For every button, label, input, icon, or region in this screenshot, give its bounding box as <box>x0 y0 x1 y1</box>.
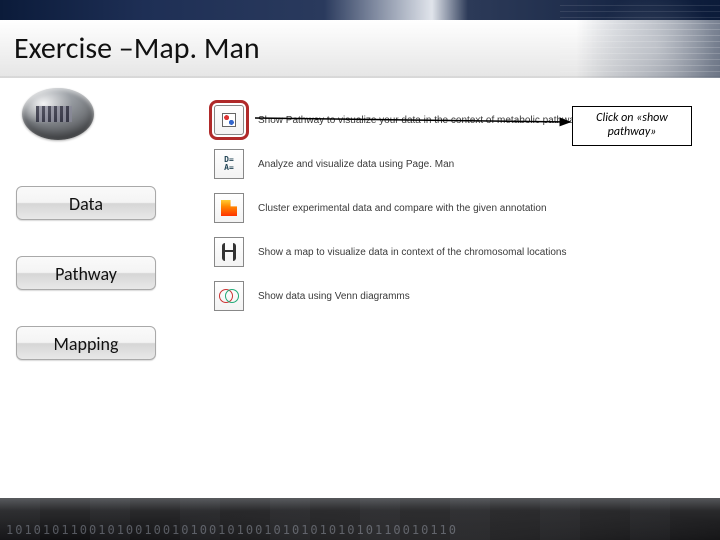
sidebar-pill-label: Mapping <box>54 333 119 355</box>
option-label: Show a map to visualize data in context … <box>258 247 592 258</box>
option-label: Cluster experimental data and compare wi… <box>258 203 592 214</box>
option-label: Show data using Venn diagramms <box>258 291 592 302</box>
sidebar-pill-pathway[interactable]: Pathway <box>16 256 156 290</box>
pathway-icon <box>214 105 244 135</box>
sidebar-pill-data[interactable]: Data <box>16 186 156 220</box>
sidebar-pill-label: Pathway <box>55 263 117 285</box>
mapman-logo <box>22 88 94 140</box>
option-show-pathway[interactable]: Show Pathway to visualize your data in t… <box>214 98 592 142</box>
option-venn[interactable]: Show data using Venn diagramms <box>214 274 592 318</box>
instruction-callout: Click on «show pathway» <box>572 106 692 146</box>
title-bar: Exercise –Map. Man <box>0 20 720 78</box>
sidebar-pill-label: Data <box>69 193 103 215</box>
welcome-options-panel: Show Pathway to visualize your data in t… <box>214 98 592 318</box>
sidebar-pill-mapping[interactable]: Mapping <box>16 326 156 360</box>
pageman-icon: D=A= <box>214 149 244 179</box>
option-pageman[interactable]: D=A= Analyze and visualize data using Pa… <box>214 142 592 186</box>
slide-title: Exercise –Map. Man <box>14 30 706 67</box>
venn-icon <box>214 281 244 311</box>
decorative-top-strip <box>0 0 720 20</box>
cluster-icon <box>214 193 244 223</box>
option-cluster[interactable]: Cluster experimental data and compare wi… <box>214 186 592 230</box>
option-label: Show Pathway to visualize your data in t… <box>258 115 592 126</box>
slide-body: Data Pathway Mapping Show Pathway to vis… <box>0 78 720 498</box>
option-label: Analyze and visualize data using Page. M… <box>258 159 592 170</box>
option-chromosomal-map[interactable]: Show a map to visualize data in context … <box>214 230 592 274</box>
chromosome-icon <box>214 237 244 267</box>
decorative-footer: 1010101100101001001010010100101010101010… <box>0 498 720 540</box>
footer-binary-text: 1010101100101001001010010100101010101010… <box>0 523 720 537</box>
callout-text: Click on «show pathway» <box>596 111 668 139</box>
